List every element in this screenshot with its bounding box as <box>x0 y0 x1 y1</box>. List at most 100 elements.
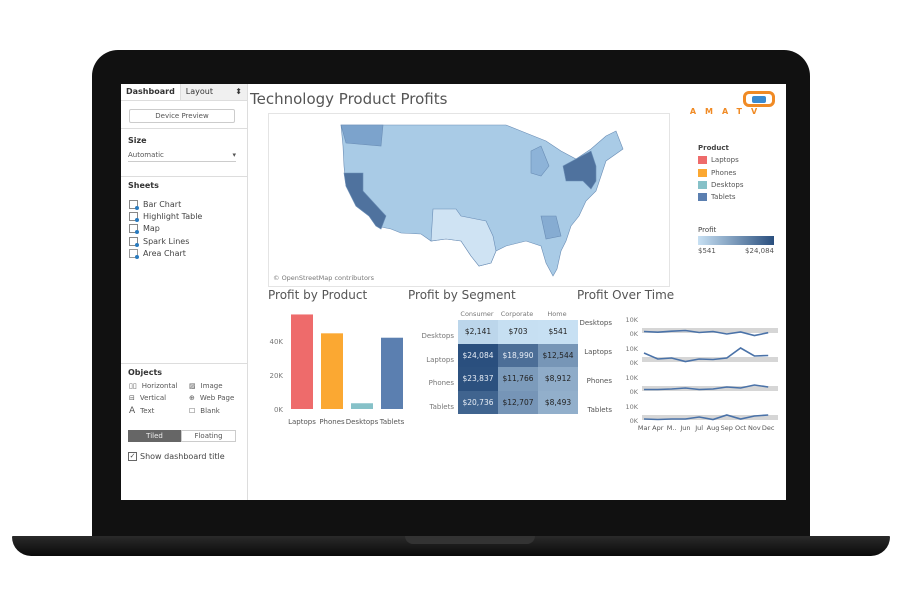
sheets-list: Bar Chart Highlight Table Map Spark Line… <box>129 198 202 259</box>
x-tick-label: Jun <box>679 424 690 432</box>
y-tick-label: 10K <box>625 316 638 324</box>
sheet-icon <box>129 248 139 259</box>
heatmap-cell[interactable]: $23,837 <box>458 367 498 391</box>
objects-label: Objects <box>128 368 163 377</box>
bar-chart-title: Profit by Product <box>268 288 368 302</box>
bar-laptops[interactable] <box>291 314 313 409</box>
sheet-icon <box>129 224 139 235</box>
legend-swatch <box>698 181 707 190</box>
blank-icon: ☐ <box>189 407 196 415</box>
chevron-down-icon: ▾ <box>232 151 236 159</box>
size-value: Automatic <box>128 151 164 159</box>
sheet-item[interactable]: Bar Chart <box>129 198 202 210</box>
object-horizontal[interactable]: ▯▯ Horizontal <box>129 382 189 390</box>
y-tick-label: 0K <box>630 359 639 367</box>
heatmap-cell[interactable]: $20,736 <box>458 390 498 414</box>
profit-gradient <box>698 235 774 245</box>
x-tick-label: M.. <box>667 424 677 432</box>
y-tick-label: 10K <box>625 345 638 353</box>
series-label: Phones <box>587 377 613 385</box>
sheet-item[interactable]: Spark Lines <box>129 235 202 247</box>
spinner-icon: ⬍ <box>235 87 242 96</box>
size-label: Size <box>128 136 147 145</box>
series-label: Desktops <box>579 319 612 327</box>
legend-item[interactable]: Tablets <box>698 191 774 203</box>
floating-button[interactable]: Floating <box>181 430 236 442</box>
legend-item[interactable]: Desktops <box>698 179 774 191</box>
object-text[interactable]: A Text <box>129 406 189 416</box>
object-vertical[interactable]: ⊟ Vertical <box>129 394 189 402</box>
heatmap-cell[interactable]: $18,990 <box>498 343 538 367</box>
column-header: Consumer <box>460 310 494 318</box>
sheet-item[interactable]: Highlight Table <box>129 210 202 222</box>
row-header: Laptops <box>426 355 454 364</box>
y-tick-label: 20K <box>270 372 284 380</box>
show-title-checkbox[interactable]: ✓ Show dashboard title <box>128 452 225 461</box>
tab-dashboard[interactable]: Dashboard <box>121 84 180 100</box>
page-title: Technology Product Profits <box>250 90 448 108</box>
bar-tablets[interactable] <box>381 337 403 409</box>
object-web-page[interactable]: ⊕ Web Page <box>189 394 241 402</box>
map-view[interactable]: © OpenStreetMap contributors <box>268 113 670 287</box>
sheet-item[interactable]: Map <box>129 223 202 235</box>
heatmap-cell[interactable]: $8,493 <box>538 390 578 414</box>
x-tick-label: Sep <box>721 424 733 432</box>
sidebar: Dashboard Layout ⬍ Device Preview Size Au… <box>121 84 248 500</box>
sheets-label: Sheets <box>128 181 159 190</box>
row-header: Phones <box>428 379 454 387</box>
x-tick-label: Dec <box>762 424 775 432</box>
column-header: Home <box>547 310 567 318</box>
bar-chart: 0K20K40KLaptops Phones Desktops Tablets <box>270 314 405 426</box>
line-chart-title: Profit Over Time <box>577 288 675 302</box>
laptop-notch <box>405 536 535 544</box>
heatmap: Consumer Corporate Home Desktops $2,141 $703 $… <box>401 304 581 424</box>
object-blank[interactable]: ☐ Blank <box>189 406 241 416</box>
line-chart: Desktops 10K 0K Laptops 10K 0K Phones 10K 0K Tabl… <box>579 316 778 432</box>
x-tick-label: Jul <box>694 424 703 432</box>
legend-label: Laptops <box>711 156 739 165</box>
size-dropdown[interactable]: Automatic ▾ <box>128 151 236 162</box>
x-tick-label: Apr <box>652 424 664 432</box>
object-image[interactable]: ▨ Image <box>189 382 241 390</box>
text-icon: A <box>129 406 136 416</box>
legend-swatch <box>698 156 707 165</box>
sheet-item[interactable]: Area Chart <box>129 247 202 259</box>
heatmap-cell[interactable]: $12,544 <box>538 343 578 367</box>
map-credit: © OpenStreetMap contributors <box>273 274 374 282</box>
column-header: Corporate <box>500 310 534 318</box>
bar-desktops[interactable] <box>351 403 373 409</box>
heatmap-cell[interactable]: $541 <box>538 320 578 344</box>
logo: AMATV <box>675 90 781 116</box>
series-label: Tablets <box>587 406 613 414</box>
sheet-icon <box>129 211 139 222</box>
x-tick-label: Mar <box>638 424 651 432</box>
y-tick-label: 40K <box>270 338 284 346</box>
legend-item[interactable]: Laptops <box>698 154 774 166</box>
heatmap-cell[interactable]: $12,707 <box>498 390 538 414</box>
y-tick-label: 10K <box>625 403 638 411</box>
legend-label: Tablets <box>711 193 736 202</box>
bar-phones[interactable] <box>321 333 343 409</box>
device-preview-button[interactable]: Device Preview <box>129 109 235 123</box>
tiled-button[interactable]: Tiled <box>128 430 181 442</box>
legend-swatch <box>698 193 707 202</box>
x-tick-label: Aug <box>707 424 720 432</box>
y-tick-label: 0K <box>630 330 639 338</box>
tab-layout-label: Layout <box>185 87 213 96</box>
region-washington <box>340 124 384 147</box>
us-map[interactable] <box>269 114 669 286</box>
x-tick-label: Nov <box>748 424 761 432</box>
sheet-icon <box>129 236 139 247</box>
heatmap-cell[interactable]: $24,084 <box>458 343 498 367</box>
tab-layout[interactable]: Layout ⬍ <box>179 84 247 100</box>
legend-item[interactable]: Phones <box>698 167 774 179</box>
horizontal-icon: ▯▯ <box>129 382 137 390</box>
sheet-icon <box>129 199 139 210</box>
heatmap-cell[interactable]: $2,141 <box>458 320 498 344</box>
y-tick-label: 10K <box>625 374 638 382</box>
heatmap-cell[interactable]: $11,766 <box>498 367 538 391</box>
image-icon: ▨ <box>189 382 196 390</box>
heatmap-cell[interactable]: $703 <box>498 320 538 344</box>
heatmap-cell[interactable]: $8,912 <box>538 367 578 391</box>
x-tick-label: Desktops <box>346 418 379 426</box>
